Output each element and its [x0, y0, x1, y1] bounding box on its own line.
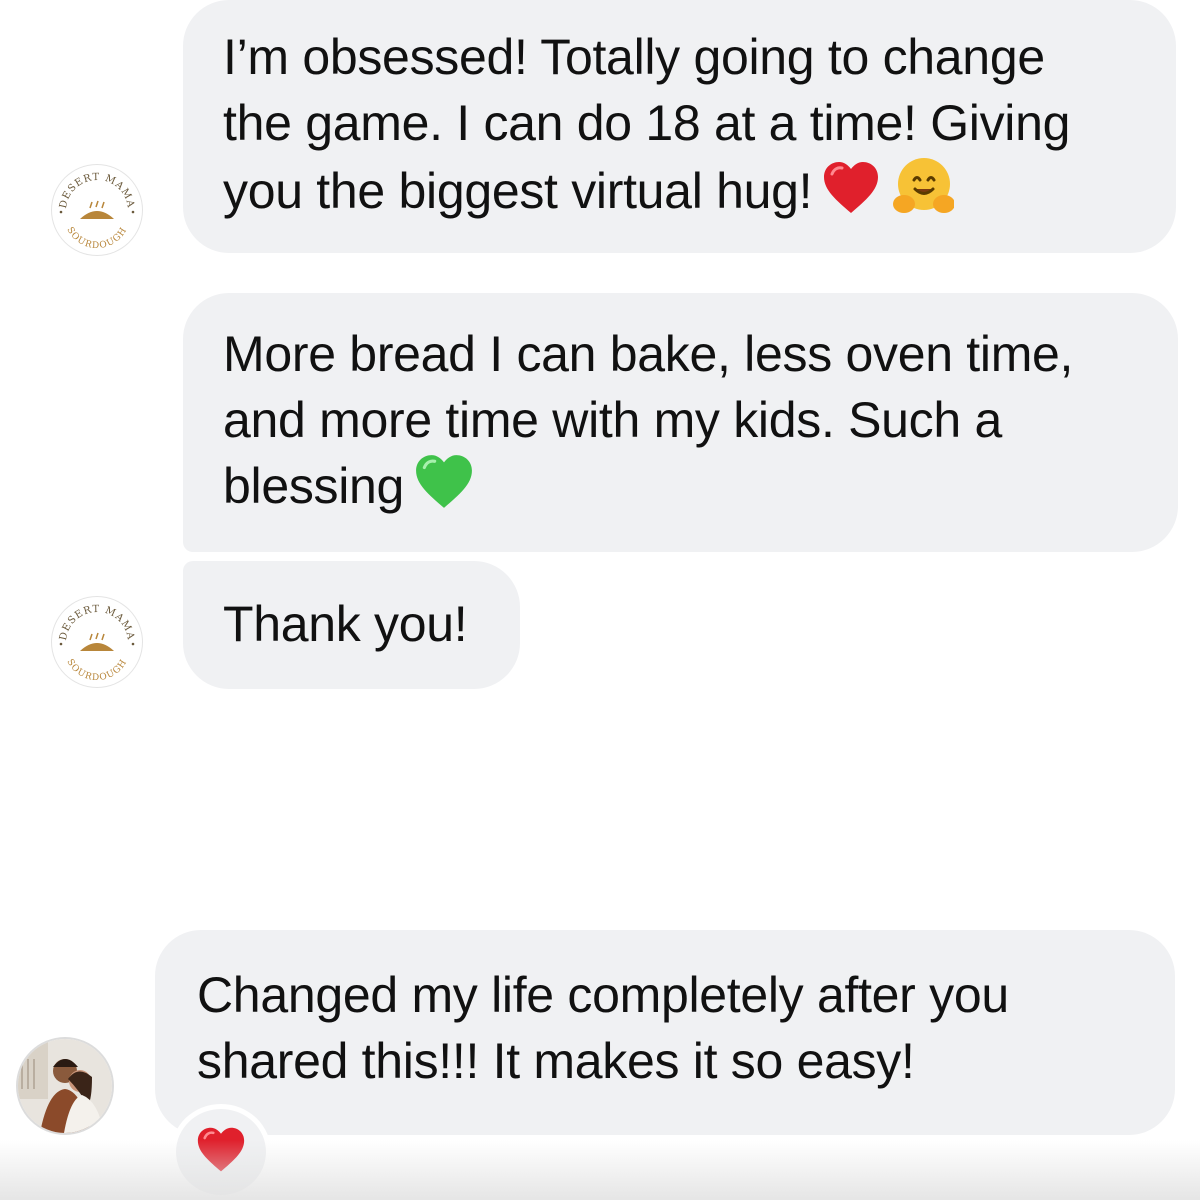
message-text-line: I’m obsessed! Totally going to change [223, 29, 1045, 85]
message-bubble[interactable]: Thank you! [183, 561, 520, 689]
message-text-line: shared this!!! It makes it so easy! [197, 1033, 915, 1089]
message-bubble[interactable]: I’m obsessed! Totally going to change th… [183, 0, 1176, 253]
svg-text:SOURDOUGH: SOURDOUGH [64, 658, 129, 684]
message-text-line: the game. I can do 18 at a time! Giving [223, 95, 1071, 151]
svg-text:SOURDOUGH: SOURDOUGH [64, 226, 129, 252]
message-bubble[interactable]: Changed my life completely after you sha… [155, 930, 1175, 1135]
sender-avatar-logo[interactable]: DESERT MAMA SOURDOUGH [52, 165, 142, 255]
message-text-segment: blessing [223, 458, 405, 514]
red-heart-icon [822, 160, 880, 232]
message-text-line: and more time with my kids. Such a [223, 392, 1002, 448]
message-text-line: Thank you! [223, 596, 468, 652]
customer-avatar-photo[interactable] [18, 1039, 112, 1133]
message-bubble[interactable]: More bread I can bake, less oven time, a… [183, 293, 1178, 552]
hugging-face-icon [890, 156, 956, 232]
logo-bottom-text: SOURDOUGH [64, 226, 128, 252]
message-reaction[interactable] [171, 1104, 271, 1200]
sender-avatar-logo[interactable]: DESERT MAMA SOURDOUGH [52, 597, 142, 687]
message-text-line: blessing [223, 453, 1138, 527]
message-text-line: More bread I can bake, less oven time, [223, 326, 1074, 382]
message-text-segment: you the biggest virtual hug! [223, 163, 813, 219]
red-heart-icon [196, 1126, 246, 1179]
logo-bottom-text: SOURDOUGH [64, 658, 128, 684]
green-heart-icon [414, 453, 474, 527]
message-text-line: Changed my life completely after you [197, 967, 1009, 1023]
message-text-line: you the biggest virtual hug! [223, 156, 1136, 232]
